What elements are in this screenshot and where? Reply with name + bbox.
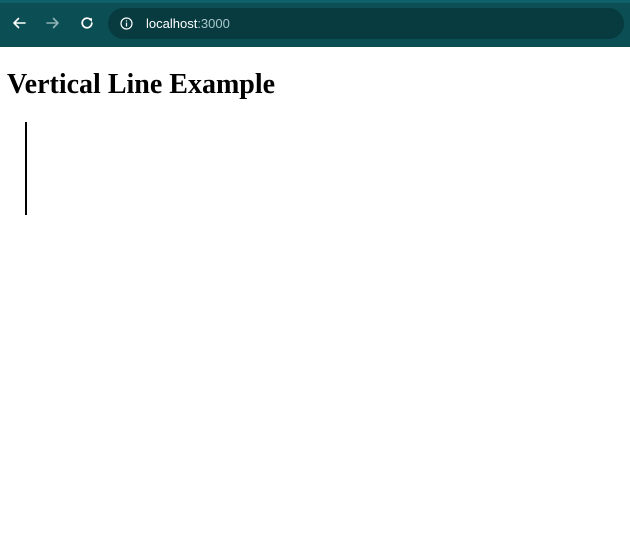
info-icon[interactable]: [120, 17, 133, 30]
page-content: Vertical Line Example: [0, 47, 630, 544]
url-host: localhost: [146, 16, 198, 31]
reload-button[interactable]: [76, 12, 98, 34]
back-arrow-icon: [13, 17, 26, 29]
toolbar-top-accent: [0, 0, 630, 3]
url-port: :3000: [197, 16, 230, 31]
back-button[interactable]: [8, 12, 30, 34]
browser-toolbar: localhost:3000: [0, 0, 630, 47]
forward-button[interactable]: [42, 12, 64, 34]
url-text[interactable]: localhost:3000: [146, 15, 230, 32]
reload-icon: [81, 17, 93, 29]
vertical-line: [25, 122, 27, 215]
page-title: Vertical Line Example: [7, 69, 276, 100]
forward-arrow-icon: [46, 17, 59, 29]
address-bar[interactable]: localhost:3000: [108, 8, 624, 39]
